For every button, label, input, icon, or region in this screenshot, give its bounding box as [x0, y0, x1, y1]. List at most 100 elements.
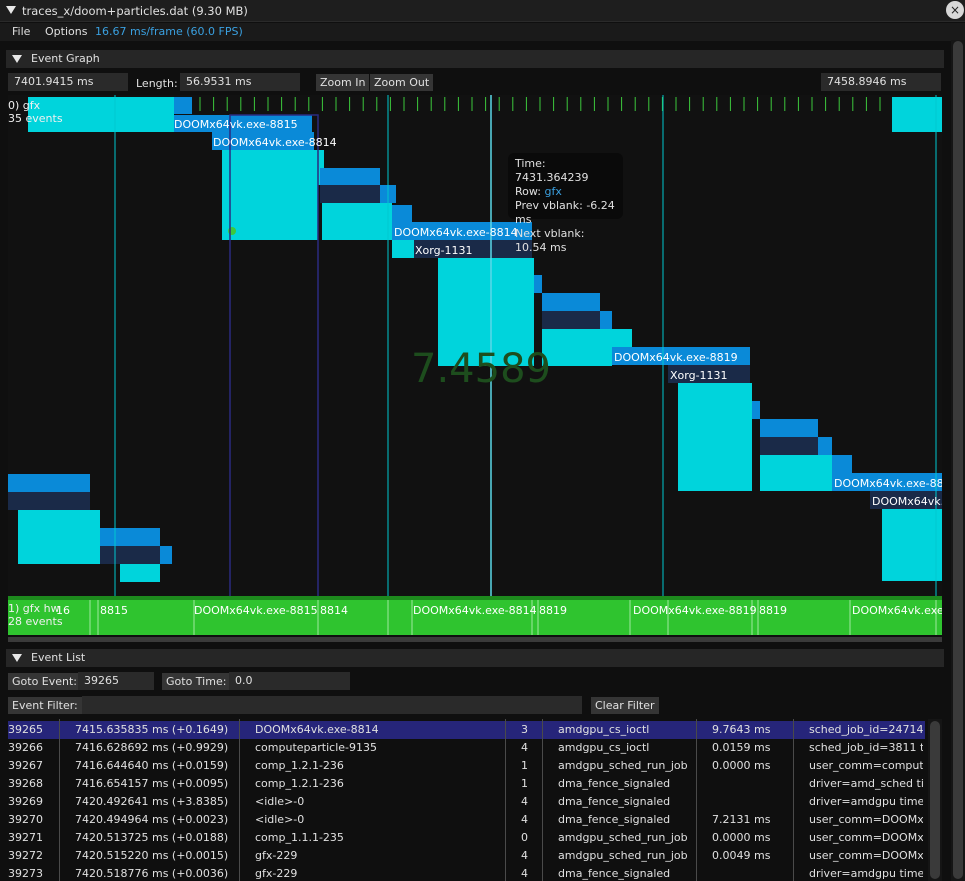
hw-label: DOOMx64vk.exe-8815	[194, 604, 318, 617]
zoom-in-button[interactable]: Zoom In	[316, 74, 370, 91]
event-bar[interactable]	[600, 311, 612, 329]
event-bar[interactable]	[100, 546, 160, 564]
collapse-triangle-icon[interactable]	[12, 55, 22, 63]
event-bar[interactable]	[612, 329, 632, 347]
table-row[interactable]: 39269 7420.492641 ms (+3.8385) <idle>-0 4 dm…	[8, 793, 925, 811]
event-bar[interactable]	[542, 311, 600, 329]
column-separator[interactable]	[59, 719, 60, 881]
table-cell: 7420.513725 ms (+0.0188)	[75, 831, 229, 844]
event-bar[interactable]	[542, 329, 612, 366]
table-row[interactable]: 39270 7420.494964 ms (+0.0023) <idle>-0 4 dm…	[8, 811, 925, 829]
goto-time-button[interactable]: Goto Time:	[162, 673, 231, 690]
scrollbar-thumb[interactable]	[930, 721, 940, 879]
tooltip-row-label: Row:	[515, 185, 545, 198]
table-cell: 39271	[8, 831, 43, 844]
row1-label: 1) gfx hw 28 events	[8, 602, 63, 628]
table-row[interactable]: 39271 7420.513725 ms (+0.0188) comp_1.1.1-…	[8, 829, 925, 847]
event-bar[interactable]	[392, 205, 412, 223]
event-bar[interactable]	[760, 419, 818, 437]
event-bar[interactable]	[322, 203, 392, 240]
goto-event-button[interactable]: Goto Event:	[8, 673, 82, 690]
event-bar[interactable]	[892, 97, 942, 132]
event-label: DOOMx64vk.exe-8814	[213, 136, 337, 149]
table-cell: 4	[521, 741, 528, 754]
event-bar[interactable]	[8, 474, 90, 492]
collapse-triangle-icon[interactable]	[6, 6, 16, 14]
column-separator[interactable]	[239, 719, 240, 881]
table-cell: gfx-229	[255, 867, 298, 880]
row0-events: 35 events	[8, 112, 63, 125]
table-cell: 0.0000 ms	[712, 759, 771, 772]
event-bar[interactable]	[760, 437, 818, 455]
column-separator[interactable]	[542, 719, 543, 881]
event-bar[interactable]	[160, 546, 172, 564]
event-bar[interactable]	[18, 510, 100, 564]
scrollbar-thumb[interactable]	[953, 41, 963, 879]
table-row[interactable]: 39268 7416.654157 ms (+0.0095) comp_1.2.1-…	[8, 775, 925, 793]
table-row[interactable]: 39272 7420.515220 ms (+0.0015) gfx-229 4 amd…	[8, 847, 925, 865]
event-graph-header[interactable]: Event Graph	[6, 50, 944, 68]
table-cell: 39273	[8, 867, 43, 880]
table-cell: 39272	[8, 849, 43, 862]
event-bar[interactable]	[882, 509, 942, 581]
event-bar[interactable]	[818, 437, 832, 455]
table-cell: 7416.628692 ms (+0.9929)	[75, 741, 229, 754]
table-cell: amdgpu_sched_run_job	[558, 831, 688, 844]
table-row[interactable]: 39267 7416.644640 ms (+0.0159) comp_1.2.1-…	[8, 757, 925, 775]
event-bar[interactable]	[320, 168, 380, 185]
zoom-out-button[interactable]: Zoom Out	[370, 74, 434, 91]
table-row[interactable]: 39265 7415.635835 ms (+0.1649) DOOMx64vk.e…	[8, 721, 925, 739]
graph-watermark: 7.4589	[411, 346, 551, 392]
event-list-scrollbar[interactable]	[928, 719, 942, 881]
column-separator[interactable]	[793, 719, 794, 881]
table-cell: sched_job_id=247148 tim	[809, 723, 923, 736]
menu-file[interactable]: File	[12, 25, 30, 38]
table-cell: dma_fence_signaled	[558, 795, 671, 808]
length-field[interactable]: 56.9531 ms	[180, 73, 300, 91]
length-label: Length:	[136, 77, 178, 90]
table-cell: driver=amd_sched timeli	[809, 777, 923, 790]
event-bar[interactable]	[752, 401, 760, 419]
event-bar[interactable]	[100, 528, 160, 546]
tooltip-time-label: Time:	[515, 157, 546, 170]
event-bar[interactable]	[8, 492, 90, 510]
event-bar[interactable]	[392, 240, 414, 258]
table-cell: amdgpu_sched_run_job	[558, 849, 688, 862]
table-cell: comp_1.1.1-235	[255, 831, 344, 844]
table-cell: 7.2131 ms	[712, 813, 771, 826]
table-cell: dma_fence_signaled	[558, 867, 671, 880]
table-cell: 7416.644640 ms (+0.0159)	[75, 759, 229, 772]
collapse-triangle-icon[interactable]	[12, 654, 22, 662]
event-filter-input[interactable]	[82, 696, 582, 714]
column-separator[interactable]	[696, 719, 697, 881]
event-bar[interactable]	[320, 185, 380, 203]
column-separator[interactable]	[505, 719, 506, 881]
end-time-field[interactable]: 7458.8946 ms	[821, 73, 941, 91]
event-bar[interactable]	[174, 97, 192, 114]
event-bar[interactable]	[760, 455, 832, 491]
menu-options[interactable]: Options	[45, 25, 87, 38]
event-bar[interactable]	[832, 455, 852, 473]
table-row[interactable]: 39273 7420.518776 ms (+0.0036) gfx-229 4 dma…	[8, 865, 925, 881]
table-row[interactable]: 39266 7416.628692 ms (+0.9929) computepart…	[8, 739, 925, 757]
window-scrollbar[interactable]	[951, 40, 965, 881]
table-cell: 39269	[8, 795, 43, 808]
event-bar[interactable]	[534, 275, 542, 293]
table-cell: 39268	[8, 777, 43, 790]
close-icon[interactable]: ×	[946, 1, 964, 19]
event-label: DOOMx64vk.exe-8819	[834, 477, 942, 490]
graph-resize-splitter[interactable]	[8, 637, 942, 642]
event-bar[interactable]	[542, 293, 600, 311]
event-bar[interactable]	[120, 564, 160, 582]
event-bar[interactable]	[222, 150, 318, 240]
event-list-header[interactable]: Event List	[6, 649, 944, 667]
goto-event-input[interactable]: 39265	[78, 672, 154, 690]
event-label: Xorg-1131	[670, 369, 728, 382]
table-cell: driver=amdgpu timeline=	[809, 795, 923, 808]
event-bar[interactable]	[678, 383, 752, 491]
clear-filter-button[interactable]: Clear Filter	[591, 697, 659, 714]
event-label: DOOMx64vk.exe	[872, 495, 942, 508]
table-cell: amdgpu_sched_run_job	[558, 759, 688, 772]
start-time-field[interactable]: 7401.9415 ms	[8, 73, 128, 91]
goto-time-input[interactable]: 0.0	[229, 672, 350, 690]
